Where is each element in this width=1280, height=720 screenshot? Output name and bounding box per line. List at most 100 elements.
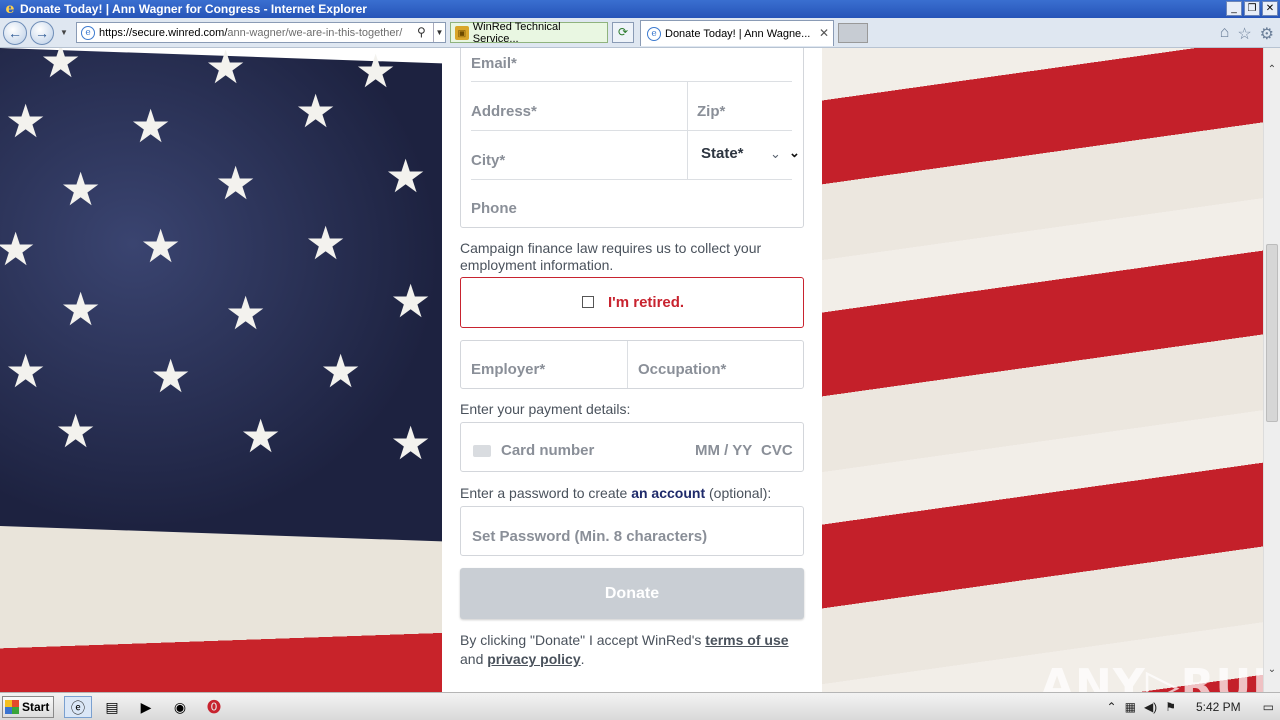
occupation-input[interactable]: Occupation* [638,361,726,378]
internet-explorer-taskbar-icon[interactable]: ⓔ [64,696,92,718]
gear-icon[interactable]: ⚙ [1260,24,1274,44]
file-explorer-icon[interactable]: ▤ [98,696,126,718]
payment-note: Enter your payment details: [460,401,631,417]
window-controls: _ ❐ ✕ [1226,1,1278,16]
scroll-up-icon[interactable]: ⌃ [1264,62,1280,78]
password-note-text: Enter a password to create [460,485,628,501]
privacy-policy-link[interactable]: privacy policy [487,651,580,667]
flag-background-right [822,48,1263,692]
divider [471,179,792,180]
phone-input[interactable]: Phone [471,200,517,217]
tray-expand-icon[interactable]: ⌃ [1107,700,1117,714]
star-icon: ★ [40,48,82,88]
divider [471,130,792,131]
star-icon[interactable]: ☆ [1237,24,1251,44]
volume-icon[interactable]: ◀) [1144,700,1157,714]
taskbar: Start ⓔ ▤ ▶ ◉ ⓿ ⌃ ▦ ◀) ⚑ 5:42 PM ▭ [0,692,1280,720]
window-titlebar: e Donate Today! | Ann Wagner for Congres… [0,0,1280,18]
retired-option[interactable]: I'm retired. [460,277,804,328]
star-icon: ★ [225,286,267,340]
star-icon: ★ [55,404,97,458]
history-dropdown-icon[interactable]: ▼ [60,28,70,38]
action-center-flag-icon[interactable]: ⚑ [1165,700,1176,714]
star-icon: ★ [295,84,337,138]
show-desktop-icon[interactable]: ▭ [1263,700,1274,714]
tab-title: Donate Today! | Ann Wagne... [665,27,811,40]
star-icon: ★ [130,99,172,153]
page-scrollbar[interactable]: ⌃ ⌄ [1263,48,1280,692]
system-tray: ⌃ ▦ ◀) ⚑ 5:42 PM ▭ [1107,695,1280,719]
employer-input[interactable]: Employer* [471,361,545,378]
password-note-suffix: (optional): [709,485,772,501]
scroll-thumb[interactable] [1266,244,1278,422]
star-icon: ★ [305,216,347,270]
divider [627,341,628,388]
opera-icon[interactable]: ⓿ [200,696,228,718]
retired-checkbox[interactable] [582,296,594,308]
state-select[interactable]: State* [701,145,744,162]
tab-donate[interactable]: e Donate Today! | Ann Wagne... ✕ [640,20,834,46]
flag-background-left: ★ ★ ★ ★ ★ ★ ★ ★ ★ ★ ★ ★ ★ ★ ★ ★ ★ ★ ★ ★ … [0,48,442,692]
credit-card-icon [473,445,491,457]
back-button[interactable]: ← [3,21,27,45]
legal-prefix: By clicking "Donate" I accept WinRed's [460,632,702,648]
star-icon: ★ [60,282,102,336]
password-input[interactable]: Set Password (Min. 8 characters) [472,528,707,545]
address-input[interactable]: Address* [471,103,537,120]
start-button[interactable]: Start [2,696,54,718]
divider [471,81,792,82]
star-icon: ★ [390,416,432,470]
star-icon: ★ [0,222,37,276]
star-icon: ★ [60,162,102,216]
lock-icon: ▣ [455,25,469,40]
chevron-down-icon[interactable]: ⌄ [789,145,800,161]
close-window-button[interactable]: ✕ [1262,1,1278,16]
star-icon: ★ [5,94,47,148]
window-title: Donate Today! | Ann Wagner for Congress … [20,2,367,16]
restore-button[interactable]: ❐ [1244,1,1260,16]
chrome-icon[interactable]: ◉ [166,696,194,718]
star-icon: ★ [205,48,247,94]
city-input[interactable]: City* [471,152,505,169]
page-icon: e [81,25,95,40]
close-tab-icon[interactable]: ✕ [819,26,829,40]
cvc-input[interactable]: CVC [761,442,793,459]
password-note: Enter a password to create an account (o… [460,485,804,502]
forward-button[interactable]: → [30,21,54,45]
star-icon: ★ [390,274,432,328]
toolbar-icons: ⌂ ☆ ⚙ [1220,24,1274,44]
scroll-down-icon[interactable]: ⌄ [1264,662,1280,678]
card-number-input[interactable]: Card number [501,442,594,459]
legal-period: . [580,651,585,667]
anyrun-watermark: ANY▷RUN [1040,660,1263,692]
donate-button[interactable]: Donate [460,568,804,619]
legal-and: and [460,651,484,667]
email-input[interactable]: Email* [471,55,517,72]
new-tab-button[interactable] [838,23,868,43]
retired-label: I'm retired. [608,294,685,311]
network-icon[interactable]: ▦ [1125,700,1136,714]
home-icon[interactable]: ⌂ [1220,24,1230,44]
star-icon: ★ [240,409,282,463]
terms-of-use-link[interactable]: terms of use [705,632,788,648]
star-icon: ★ [140,219,182,273]
tab-page-icon: e [647,26,661,41]
minimize-button[interactable]: _ [1226,1,1242,16]
browser-toolbar: ← → ▼ e https://secure.winred.com/ann-wa… [0,18,1280,48]
star-icon: ★ [150,349,192,403]
address-dropdown-icon[interactable]: ▼ [433,23,445,42]
search-icon[interactable]: ⚲ [417,25,431,39]
donation-form: Email* Address* Zip* City* State* ⌄ ⌄ Ph… [442,48,822,692]
media-player-icon[interactable]: ▶ [132,696,160,718]
address-bar[interactable]: e https://secure.winred.com/ann-wagner/w… [76,22,446,43]
expiry-input[interactable]: MM / YY [695,442,752,459]
clock[interactable]: 5:42 PM [1196,700,1241,714]
security-report[interactable]: ▣ WinRed Technical Service... [450,21,608,45]
star-icon: ★ [215,156,257,210]
refresh-button[interactable]: ⟳ [612,22,634,43]
zip-input[interactable]: Zip* [697,103,725,120]
create-account-link[interactable]: an account [631,485,705,501]
legal-text: By clicking "Donate" I accept WinRed's t… [460,631,804,669]
star-icon: ★ [320,344,362,398]
chevron-down-icon[interactable]: ⌄ [770,146,781,162]
